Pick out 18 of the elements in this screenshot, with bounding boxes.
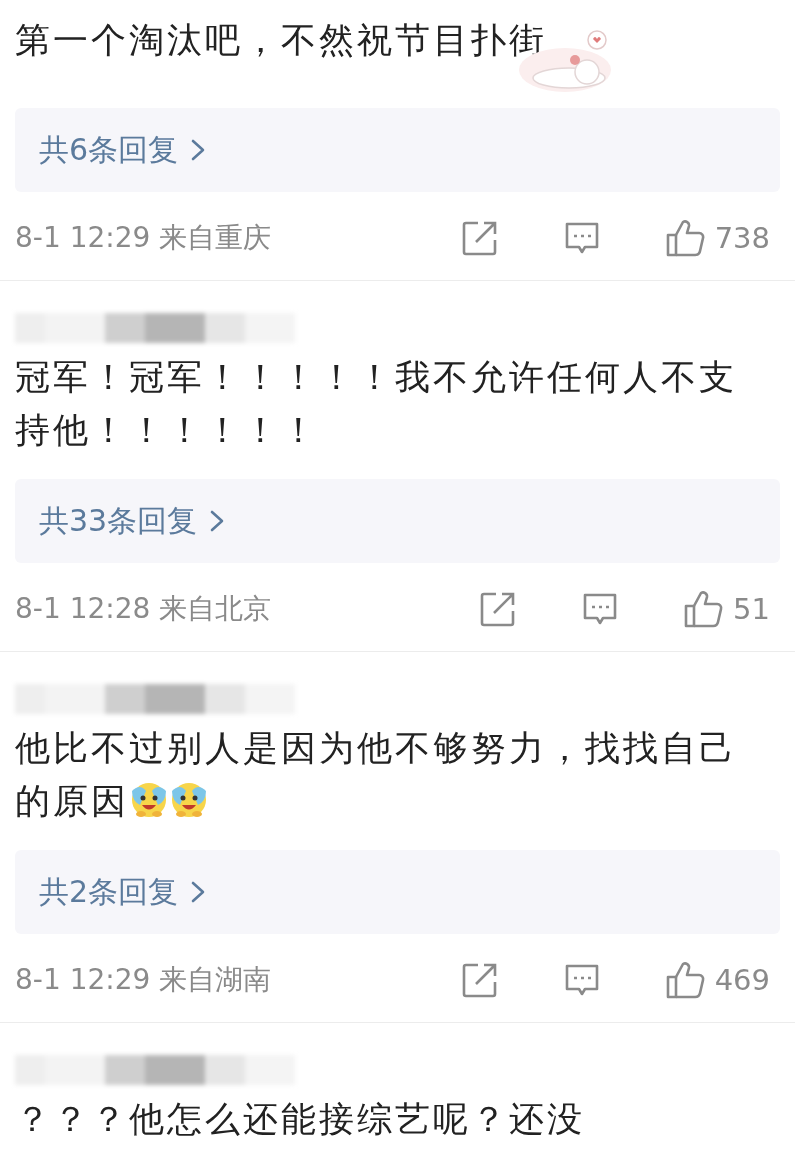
share-icon[interactable]: [460, 219, 499, 257]
replies-link[interactable]: 共6条回复: [15, 108, 780, 192]
like-button[interactable]: 51: [683, 589, 770, 629]
comment-text: 第一个淘汰吧，不然祝节目扑街: [15, 14, 760, 94]
replies-link[interactable]: 共2条回复: [15, 850, 780, 934]
thumbs-up-icon: [664, 960, 705, 1000]
comment-time: 8-1 12:29 来自湖南: [15, 962, 273, 998]
like-button[interactable]: 738: [664, 218, 770, 258]
comment-text: 他比不过别人是因为他不够努力，找找自己的原因: [15, 727, 738, 823]
thumbs-up-icon: [683, 589, 724, 629]
like-button[interactable]: 469: [664, 960, 770, 1000]
share-icon[interactable]: [460, 961, 499, 999]
comment-text: ？？？他怎么还能接综艺呢？还没: [15, 1098, 586, 1141]
comment-time: 8-1 12:28 来自北京: [15, 591, 273, 627]
thumbs-up-icon: [664, 218, 705, 258]
replies-link[interactable]: 共33条回复: [15, 479, 780, 563]
comment-time: 8-1 12:29 来自重庆: [15, 220, 273, 256]
comment-text: 冠军！冠军！！！！！我不允许任何人不支持他！！！！！！: [15, 356, 738, 452]
